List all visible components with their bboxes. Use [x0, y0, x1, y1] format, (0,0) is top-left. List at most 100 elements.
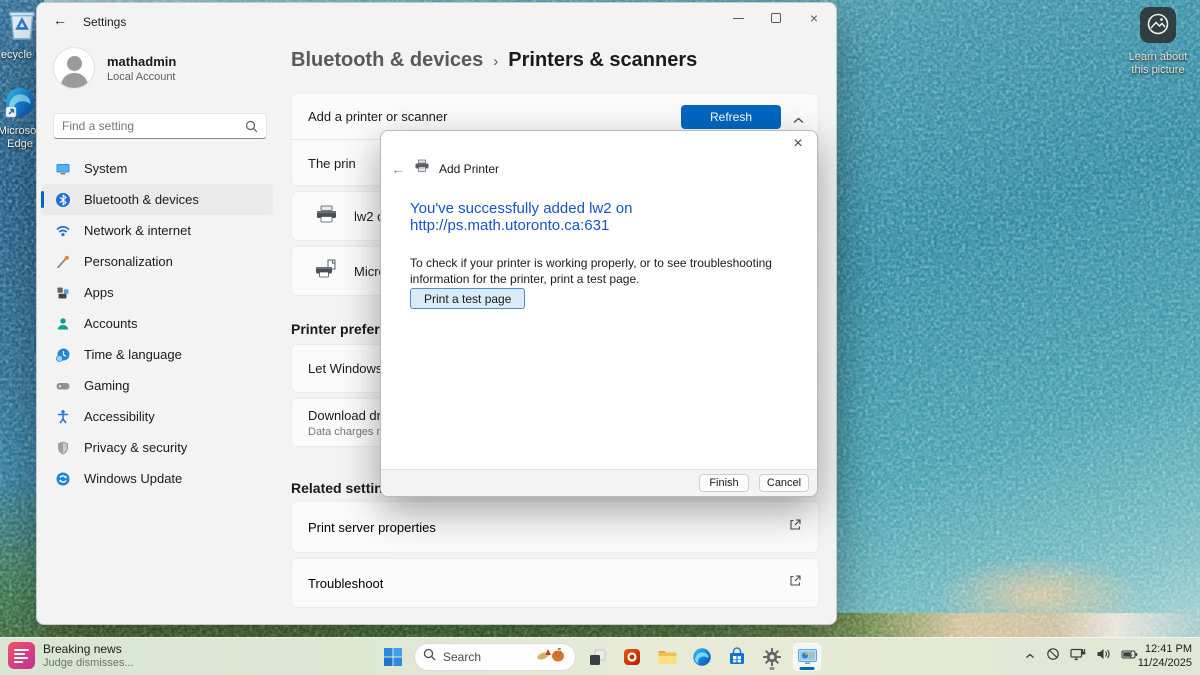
desktop-icon-learn-about-picture[interactable]: Learn about this picture [1124, 6, 1192, 77]
external-link-icon [789, 574, 802, 592]
screen: Recycle Bin Microsoft Edge Learn about t… [0, 0, 1200, 675]
sidebar-item-label: Privacy & security [84, 440, 187, 455]
sidebar-item-label: System [84, 161, 127, 176]
file-explorer-icon [657, 648, 678, 666]
widgets-button[interactable]: Breaking news Judge dismisses... [8, 642, 133, 669]
troubleshoot-row[interactable]: Troubleshoot [291, 558, 819, 608]
battery-icon[interactable] [1121, 648, 1138, 666]
sidebar-item-label: Accounts [84, 316, 137, 331]
page-title: Printers & scanners [508, 49, 697, 72]
sidebar-nav: System Bluetooth & devices Network & int… [41, 153, 273, 494]
taskbar-search[interactable]: Search [414, 643, 576, 671]
sidebar-item-network-internet[interactable]: Network & internet [41, 215, 273, 246]
widget-headline: Breaking news [43, 642, 133, 656]
dialog-footer: Finish Cancel [381, 469, 817, 496]
clock-date: 11/24/2025 [1138, 656, 1192, 670]
search-icon [245, 120, 258, 133]
desktop-icon-label: Learn about this picture [1124, 51, 1192, 77]
add-printer-label: Add a printer or scanner [308, 109, 447, 124]
search-icon [423, 648, 436, 666]
sidebar-item-label: Bluetooth & devices [84, 192, 199, 207]
breadcrumb: Bluetooth & devices › Printers & scanner… [291, 49, 697, 72]
account-name: mathadmin [107, 54, 176, 69]
accessibility-icon [55, 409, 71, 425]
sidebar-item-windows-update[interactable]: Windows Update [41, 463, 273, 494]
dialog-success-message: You've successfully added lw2 on http://… [410, 200, 796, 234]
office-icon [622, 647, 642, 667]
recycle-bin-icon [5, 6, 39, 42]
sidebar-item-time-language[interactable]: Time & language [41, 339, 273, 370]
apps-icon [55, 285, 71, 301]
sidebar-item-bluetooth-devices[interactable]: Bluetooth & devices [41, 184, 273, 215]
refresh-button[interactable]: Refresh [681, 105, 781, 129]
finish-button[interactable]: Finish [699, 474, 749, 492]
gear-icon [762, 647, 782, 667]
printer-not-listed-label: The prin [308, 156, 356, 171]
chevron-up-icon[interactable] [793, 111, 804, 129]
settings-app-button[interactable] [758, 643, 786, 671]
dialog-printer-icon [414, 159, 430, 178]
print-server-properties-row[interactable]: Print server properties [291, 501, 819, 553]
add-printer-dialog: × ← Add Printer You've successfully adde… [380, 130, 818, 497]
dialog-back-arrow-icon[interactable]: ← [391, 161, 405, 177]
row-label: Troubleshoot [308, 576, 383, 591]
file-explorer-button[interactable] [653, 643, 681, 671]
breadcrumb-parent[interactable]: Bluetooth & devices [291, 49, 483, 72]
office-app-button[interactable] [618, 643, 646, 671]
seasonal-autumn-icon [535, 646, 567, 669]
running-indicator [770, 667, 775, 670]
start-button[interactable] [379, 643, 407, 671]
bluetooth-icon [55, 192, 71, 208]
clock-icon [55, 347, 71, 363]
dialog-body-text: To check if your printer is working prop… [410, 255, 798, 287]
news-widget-icon [8, 642, 35, 669]
sidebar-item-label: Personalization [84, 254, 173, 269]
update-icon [55, 471, 71, 487]
edge-app-button[interactable] [688, 643, 716, 671]
task-view-button[interactable] [583, 643, 611, 671]
clock-time: 12:41 PM [1138, 642, 1192, 656]
volume-icon[interactable] [1096, 647, 1111, 666]
settings-search[interactable] [53, 113, 267, 139]
window-title: Settings [83, 15, 126, 29]
sidebar-item-privacy-security[interactable]: Privacy & security [41, 432, 273, 463]
account-type: Local Account [107, 71, 176, 83]
dialog-close-icon[interactable]: × [789, 135, 807, 153]
store-icon [727, 647, 747, 667]
taskbar: Breaking news Judge dismisses... Search [0, 637, 1200, 675]
microsoft-store-button[interactable] [723, 643, 751, 671]
widget-subheadline: Judge dismisses... [43, 657, 133, 669]
cancel-button[interactable]: Cancel [759, 474, 809, 492]
active-window-indicator [800, 667, 815, 670]
sidebar-item-personalization[interactable]: Personalization [41, 246, 273, 277]
sidebar-item-system[interactable]: System [41, 153, 273, 184]
row-label: Print server properties [308, 520, 436, 535]
print-test-page-button[interactable]: Print a test page [410, 288, 525, 309]
taskbar-clock[interactable]: 12:41 PM 11/24/2025 [1138, 642, 1192, 670]
avatar [53, 47, 95, 89]
paintbrush-icon [55, 254, 71, 270]
breadcrumb-separator-icon: › [493, 53, 498, 70]
system-icon [55, 161, 71, 177]
network-icon[interactable] [1070, 647, 1086, 666]
person-icon [55, 316, 71, 332]
back-arrow-icon[interactable]: ← [53, 12, 67, 28]
dialog-title: Add Printer [439, 162, 499, 176]
sidebar-item-label: Windows Update [84, 471, 182, 486]
sidebar-item-label: Accessibility [84, 409, 155, 424]
sidebar-item-apps[interactable]: Apps [41, 277, 273, 308]
sidebar-item-accessibility[interactable]: Accessibility [41, 401, 273, 432]
active-printer-wizard-button[interactable] [793, 643, 821, 671]
sidebar-item-gaming[interactable]: Gaming [41, 370, 273, 401]
external-link-icon [789, 518, 802, 536]
printer-wizard-icon [797, 648, 818, 666]
gamepad-icon [55, 378, 71, 394]
do-not-disturb-icon[interactable] [1046, 647, 1060, 666]
account-card[interactable]: mathadmin Local Account [53, 47, 176, 89]
sidebar-item-accounts[interactable]: Accounts [41, 308, 273, 339]
search-input[interactable] [54, 119, 245, 133]
tray-chevron-up-icon[interactable] [1024, 648, 1036, 666]
sidebar-item-label: Apps [84, 285, 114, 300]
picture-info-icon [1139, 6, 1177, 44]
windows-logo-icon [383, 647, 403, 667]
